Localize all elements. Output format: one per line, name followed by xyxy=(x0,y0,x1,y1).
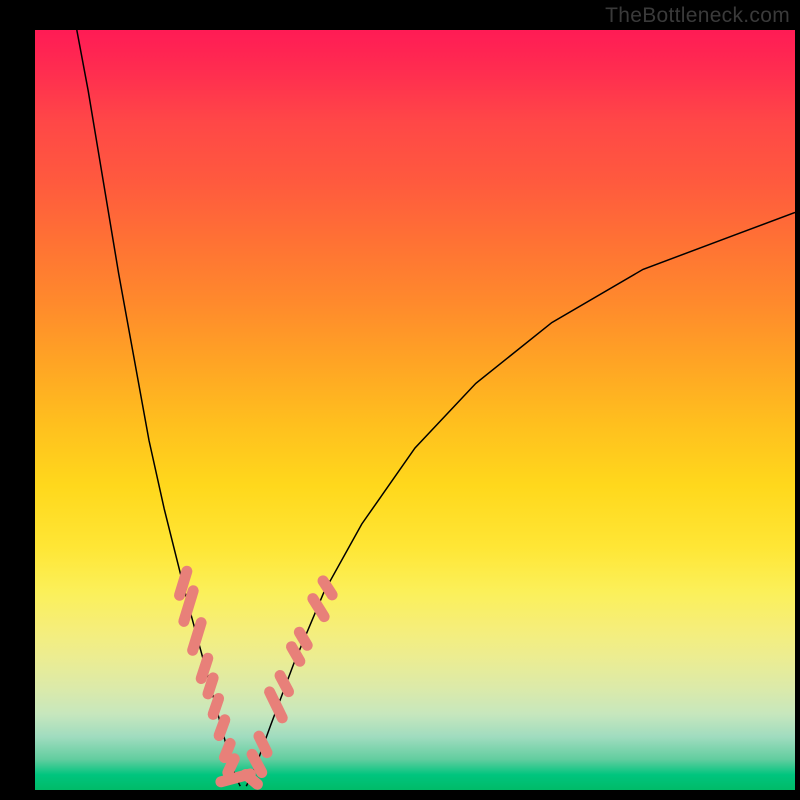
data-marker xyxy=(323,581,332,595)
curve-layer xyxy=(77,30,795,786)
data-marker xyxy=(228,759,234,773)
data-marker xyxy=(213,699,218,715)
data-marker xyxy=(299,632,307,645)
watermark-text: TheBottleneck.com xyxy=(605,4,790,28)
data-marker xyxy=(246,774,258,784)
data-marker xyxy=(280,676,289,692)
data-marker xyxy=(201,658,208,678)
data-marker xyxy=(208,678,213,694)
data-marker xyxy=(224,743,230,757)
data-marker xyxy=(180,571,187,595)
data-marker xyxy=(219,720,225,736)
data-marker xyxy=(292,647,300,661)
chart-svg xyxy=(35,30,795,790)
data-marker xyxy=(259,736,267,752)
series-right-limb xyxy=(246,212,795,786)
series-left-limb xyxy=(77,30,240,786)
chart-plot-area xyxy=(35,30,795,790)
marker-layer xyxy=(180,571,333,784)
data-marker xyxy=(270,692,283,718)
